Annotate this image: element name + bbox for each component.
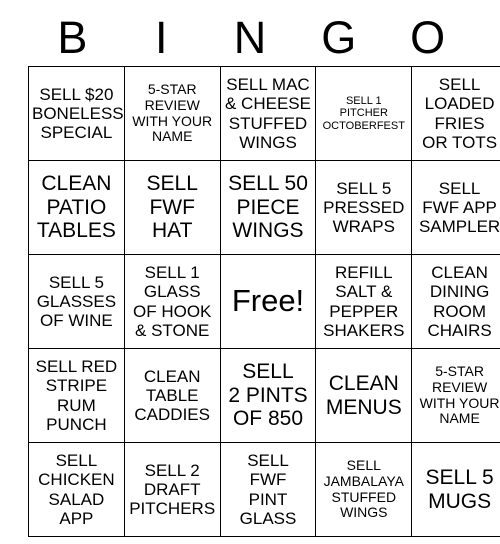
bingo-cell[interactable]: 5-STAR REVIEW WITH YOUR NAME: [411, 348, 500, 443]
bingo-cell-label: SELL 5 GLASSES OF WINE: [36, 272, 117, 331]
bingo-cell-label: CLEAN DINING ROOM CHAIRS: [427, 263, 492, 340]
bingo-cell[interactable]: SELL FWF HAT: [123, 160, 221, 255]
bingo-cell-label: SELL JAMBALAYA STUFFED WINGS: [323, 457, 404, 521]
bingo-row: SELL RED STRIPE RUM PUNCH CLEAN TABLE CAD…: [28, 348, 500, 443]
bingo-cell-label: SELL 50 PIECE WINGS: [228, 172, 308, 243]
bingo-cell[interactable]: 5-STAR REVIEW WITH YOUR NAME: [123, 66, 221, 161]
bingo-cell-label: SELL CHICKEN SALAD APP: [38, 451, 115, 528]
bingo-cell[interactable]: SELL 2 PINTS OF 850: [219, 348, 317, 443]
bingo-cell[interactable]: SELL LOADED FRIES OR TOTS: [411, 66, 500, 161]
bingo-cell-label: SELL 5 PRESSED WRAPS: [323, 178, 405, 237]
bingo-cell[interactable]: SELL JAMBALAYA STUFFED WINGS: [315, 442, 413, 537]
bingo-cell[interactable]: REFILL SALT & PEPPER SHAKERS: [315, 254, 413, 349]
header-letter-b: B: [57, 11, 88, 63]
bingo-header-row: B I N G O: [28, 8, 472, 66]
bingo-cell[interactable]: SELL 2 DRAFT PITCHERS: [123, 442, 221, 537]
bingo-cell-label: SELL 2 PINTS OF 850: [228, 360, 308, 431]
bingo-cell-label: SELL 1 GLASS OF HOOK & STONE: [132, 263, 212, 340]
bingo-grid-body: SELL $20 BONELESS SPECIAL 5-STAR REVIEW W…: [28, 66, 500, 537]
bingo-cell[interactable]: CLEAN DINING ROOM CHAIRS: [411, 254, 500, 349]
bingo-row: SELL 5 GLASSES OF WINE SELL 1 GLASS OF HO…: [28, 254, 500, 349]
bingo-cell-label: SELL FWF PINT GLASS: [239, 451, 297, 528]
header-letter-o: O: [410, 11, 446, 63]
bingo-cell[interactable]: SELL 5 PRESSED WRAPS: [315, 160, 413, 255]
bingo-cell[interactable]: CLEAN PATIO TABLES: [28, 160, 125, 255]
bingo-cell-label: 5-STAR REVIEW WITH YOUR NAME: [132, 81, 213, 145]
bingo-cell[interactable]: SELL RED STRIPE RUM PUNCH: [28, 348, 125, 443]
bingo-cell-label: SELL LOADED FRIES OR TOTS: [422, 75, 498, 152]
bingo-cell-label: Free!: [231, 283, 305, 319]
bingo-cell-free[interactable]: Free!: [219, 254, 317, 349]
bingo-cell[interactable]: CLEAN MENUS: [315, 348, 413, 443]
bingo-row: SELL CHICKEN SALAD APP SELL 2 DRAFT PITCH…: [28, 442, 500, 537]
bingo-cell-label: CLEAN MENUS: [325, 371, 402, 419]
bingo-cell-label: SELL RED STRIPE RUM PUNCH: [35, 357, 118, 434]
bingo-cell[interactable]: SELL 5 MUGS: [411, 442, 500, 537]
bingo-cell-label: SELL FWF HAT: [146, 172, 198, 243]
bingo-cell[interactable]: SELL 1 GLASS OF HOOK & STONE: [123, 254, 221, 349]
header-letter-n: N: [233, 11, 267, 63]
bingo-cell[interactable]: SELL CHICKEN SALAD APP: [28, 442, 125, 537]
bingo-cell[interactable]: SELL $20 BONELESS SPECIAL: [28, 66, 125, 161]
bingo-cell-label: SELL 1 PITCHER OCTOBERFEST: [322, 95, 405, 132]
bingo-grid: SELL $20 BONELESS SPECIAL 5-STAR REVIEW W…: [28, 66, 500, 537]
bingo-cell-label: SELL 5 MUGS: [425, 465, 494, 513]
bingo-cell-label: CLEAN PATIO TABLES: [36, 172, 116, 243]
bingo-row: SELL $20 BONELESS SPECIAL 5-STAR REVIEW W…: [28, 66, 500, 161]
bingo-cell[interactable]: SELL 5 GLASSES OF WINE: [28, 254, 125, 349]
bingo-cell-label: SELL FWF APP SAMPLER: [418, 178, 500, 237]
bingo-cell-label: REFILL SALT & PEPPER SHAKERS: [323, 263, 405, 340]
bingo-cell[interactable]: SELL 1 PITCHER OCTOBERFEST: [315, 66, 413, 161]
bingo-cell-label: SELL $20 BONELESS SPECIAL: [32, 84, 124, 143]
bingo-row: CLEAN PATIO TABLES SELL FWF HAT SELL 50 PI…: [28, 160, 500, 255]
header-letter-i: I: [154, 11, 168, 63]
bingo-cell[interactable]: CLEAN TABLE CADDIES: [123, 348, 221, 443]
bingo-cell-label: CLEAN TABLE CADDIES: [134, 366, 210, 425]
bingo-cell[interactable]: SELL MAC & CHEESE STUFFED WINGS: [219, 66, 317, 161]
bingo-cell[interactable]: SELL 50 PIECE WINGS: [219, 160, 317, 255]
header-letter-g: G: [321, 11, 357, 63]
bingo-cell[interactable]: SELL FWF PINT GLASS: [219, 442, 317, 537]
bingo-card: B I N G O SELL $20 BONELESS SPECIAL 5-STA…: [28, 8, 500, 537]
bingo-cell-label: SELL MAC & CHEESE STUFFED WINGS: [225, 75, 311, 152]
bingo-cell-label: SELL 2 DRAFT PITCHERS: [129, 460, 216, 519]
bingo-cell-label: 5-STAR REVIEW WITH YOUR NAME: [419, 363, 500, 427]
bingo-cell[interactable]: SELL FWF APP SAMPLER: [411, 160, 500, 255]
